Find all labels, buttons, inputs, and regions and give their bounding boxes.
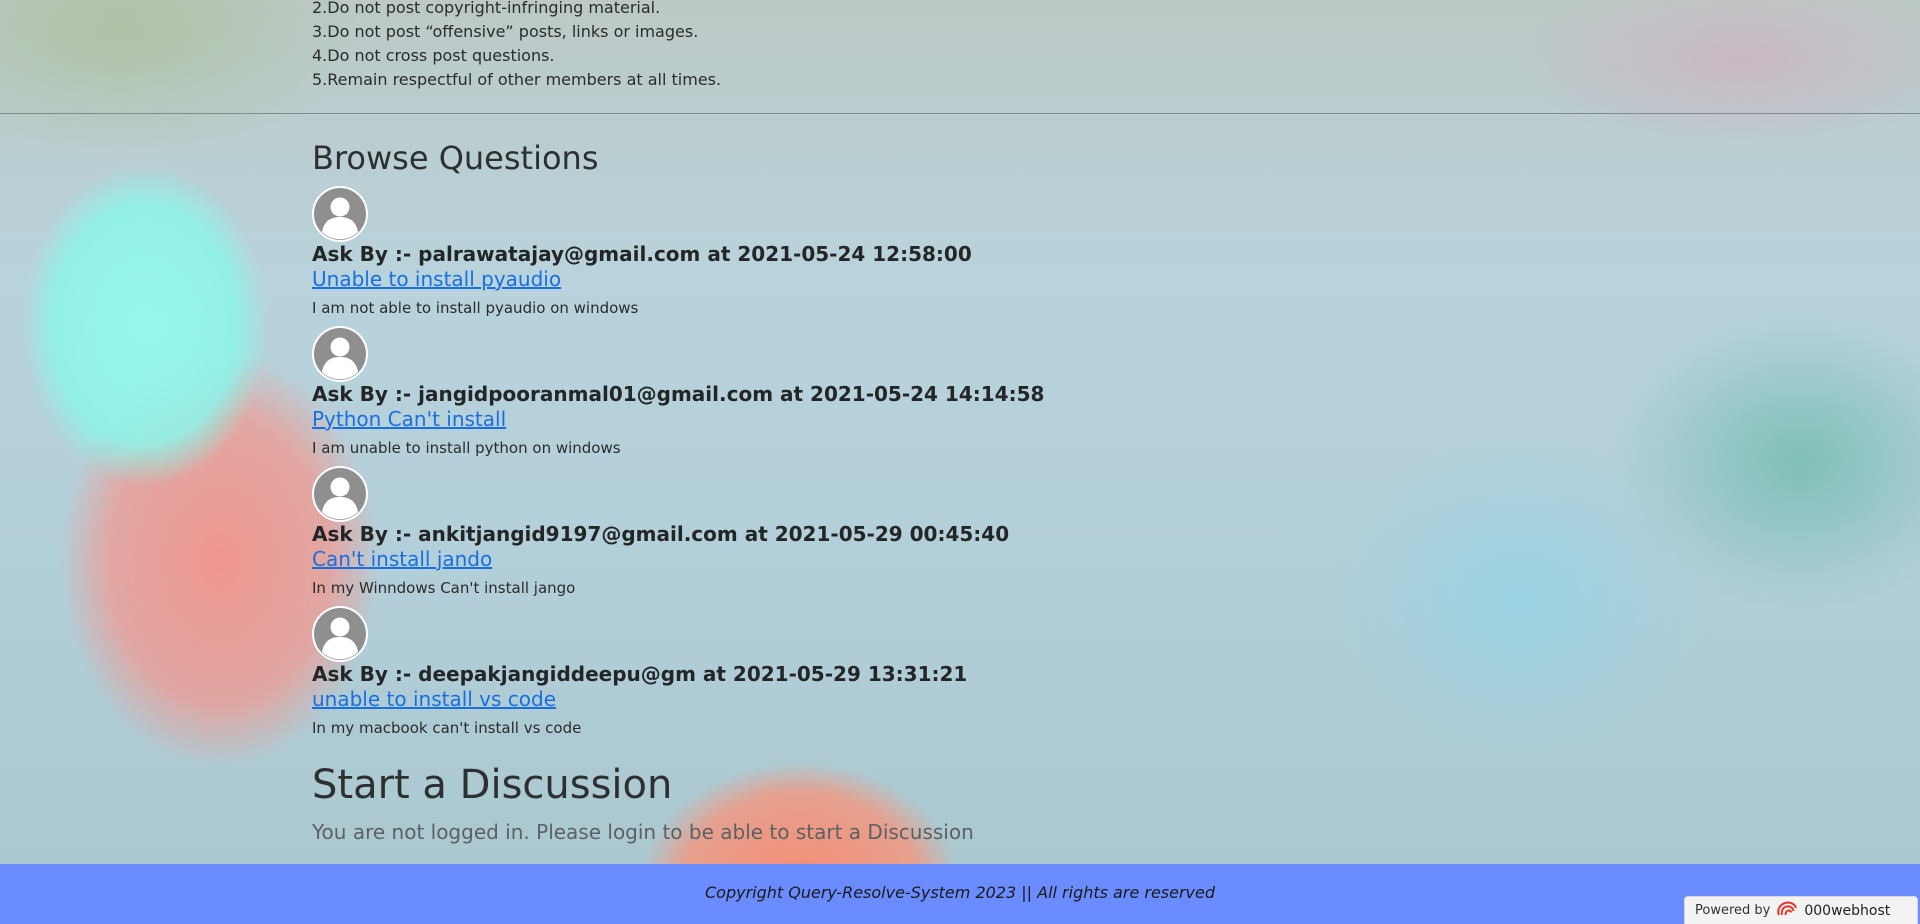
question-asker: Ask By :- ankitjangid9197@gmail.com at 2… (312, 522, 1010, 546)
powered-by-brand: 000webhost (1804, 902, 1891, 919)
browse-questions-section: Browse Questions Ask By :- palrawatajay@… (312, 138, 1612, 746)
footer: Copyright Query-Resolve-System 2023 || A… (0, 864, 1920, 924)
question-title-link[interactable]: Unable to install pyaudio (312, 266, 561, 292)
divider (0, 113, 1920, 114)
rules-list: 2.Do not post copyright-infringing mater… (312, 0, 721, 92)
rule-item: 5.Remain respectful of other members at … (312, 70, 722, 89)
rule-item: 3.Do not post “offensive” posts, links o… (312, 22, 699, 41)
start-discussion-section: Start a Discussion You are not logged in… (312, 760, 974, 846)
question-asker: Ask By :- deepakjangiddeepu@gm at 2021-0… (312, 662, 968, 686)
user-avatar-icon (312, 466, 368, 522)
question-item: Ask By :- deepakjangiddeepu@gm at 2021-0… (312, 606, 1612, 738)
question-description: In my macbook can't install vs code (312, 719, 582, 737)
user-avatar-icon (312, 326, 368, 382)
start-discussion-title: Start a Discussion (312, 762, 673, 808)
question-description: In my Winndows Can't install jango (312, 579, 576, 597)
webhost-logo-icon (1776, 900, 1798, 922)
question-title-link[interactable]: unable to install vs code (312, 686, 556, 712)
question-item: Ask By :- ankitjangid9197@gmail.com at 2… (312, 466, 1612, 598)
question-description: I am unable to install python on windows (312, 439, 621, 457)
question-item: Ask By :- palrawatajay@gmail.com at 2021… (312, 186, 1612, 318)
user-avatar-icon (312, 186, 368, 242)
copyright-text: Copyright Query-Resolve-System 2023 || A… (704, 883, 1216, 902)
question-title-link[interactable]: Can't install jando (312, 546, 492, 572)
rule-item: 2.Do not post copyright-infringing mater… (312, 0, 661, 17)
rule-item: 4.Do not cross post questions. (312, 46, 555, 65)
user-avatar-icon (312, 606, 368, 662)
question-description: I am not able to install pyaudio on wind… (312, 299, 639, 317)
powered-by-badge[interactable]: Powered by 000webhost (1684, 896, 1918, 924)
powered-by-label: Powered by (1695, 903, 1771, 918)
question-asker: Ask By :- jangidpooranmal01@gmail.com at… (312, 382, 1045, 406)
login-required-message: You are not logged in. Please login to b… (312, 820, 974, 844)
browse-questions-title: Browse Questions (312, 139, 599, 177)
question-title-link[interactable]: Python Can't install (312, 406, 506, 432)
question-item: Ask By :- jangidpooranmal01@gmail.com at… (312, 326, 1612, 458)
question-asker: Ask By :- palrawatajay@gmail.com at 2021… (312, 242, 972, 266)
